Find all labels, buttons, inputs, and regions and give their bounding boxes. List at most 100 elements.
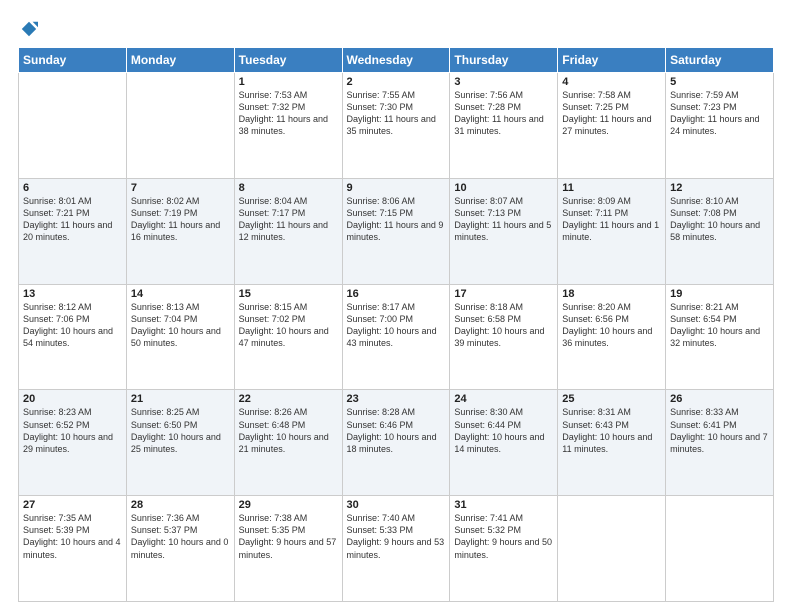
calendar-cell: 18Sunrise: 8:20 AM Sunset: 6:56 PM Dayli… <box>558 284 666 390</box>
day-number: 1 <box>239 76 338 88</box>
day-info: Sunrise: 8:23 AM Sunset: 6:52 PM Dayligh… <box>23 406 122 455</box>
calendar-cell: 17Sunrise: 8:18 AM Sunset: 6:58 PM Dayli… <box>450 284 558 390</box>
calendar-week-row: 1Sunrise: 7:53 AM Sunset: 7:32 PM Daylig… <box>19 73 774 179</box>
day-number: 16 <box>347 288 446 300</box>
day-number: 23 <box>347 393 446 405</box>
day-info: Sunrise: 7:41 AM Sunset: 5:32 PM Dayligh… <box>454 512 553 561</box>
day-info: Sunrise: 8:17 AM Sunset: 7:00 PM Dayligh… <box>347 301 446 350</box>
calendar-cell: 3Sunrise: 7:56 AM Sunset: 7:28 PM Daylig… <box>450 73 558 179</box>
weekday-header-saturday: Saturday <box>666 48 774 73</box>
calendar-cell: 19Sunrise: 8:21 AM Sunset: 6:54 PM Dayli… <box>666 284 774 390</box>
day-number: 19 <box>670 288 769 300</box>
day-number: 17 <box>454 288 553 300</box>
day-info: Sunrise: 8:33 AM Sunset: 6:41 PM Dayligh… <box>670 406 769 455</box>
calendar-cell: 27Sunrise: 7:35 AM Sunset: 5:39 PM Dayli… <box>19 496 127 602</box>
calendar-cell: 6Sunrise: 8:01 AM Sunset: 7:21 PM Daylig… <box>19 178 127 284</box>
day-info: Sunrise: 8:13 AM Sunset: 7:04 PM Dayligh… <box>131 301 230 350</box>
weekday-header-sunday: Sunday <box>19 48 127 73</box>
calendar-cell: 4Sunrise: 7:58 AM Sunset: 7:25 PM Daylig… <box>558 73 666 179</box>
calendar-cell: 2Sunrise: 7:55 AM Sunset: 7:30 PM Daylig… <box>342 73 450 179</box>
calendar-cell: 29Sunrise: 7:38 AM Sunset: 5:35 PM Dayli… <box>234 496 342 602</box>
day-number: 6 <box>23 182 122 194</box>
day-number: 3 <box>454 76 553 88</box>
calendar-cell: 13Sunrise: 8:12 AM Sunset: 7:06 PM Dayli… <box>19 284 127 390</box>
day-info: Sunrise: 8:10 AM Sunset: 7:08 PM Dayligh… <box>670 195 769 244</box>
day-number: 26 <box>670 393 769 405</box>
day-number: 8 <box>239 182 338 194</box>
day-info: Sunrise: 8:04 AM Sunset: 7:17 PM Dayligh… <box>239 195 338 244</box>
day-info: Sunrise: 8:25 AM Sunset: 6:50 PM Dayligh… <box>131 406 230 455</box>
day-info: Sunrise: 8:26 AM Sunset: 6:48 PM Dayligh… <box>239 406 338 455</box>
weekday-header-row: SundayMondayTuesdayWednesdayThursdayFrid… <box>19 48 774 73</box>
day-number: 21 <box>131 393 230 405</box>
day-number: 12 <box>670 182 769 194</box>
logo <box>18 18 38 39</box>
day-number: 24 <box>454 393 553 405</box>
day-number: 7 <box>131 182 230 194</box>
weekday-header-thursday: Thursday <box>450 48 558 73</box>
day-number: 28 <box>131 499 230 511</box>
day-info: Sunrise: 7:40 AM Sunset: 5:33 PM Dayligh… <box>347 512 446 561</box>
calendar-week-row: 6Sunrise: 8:01 AM Sunset: 7:21 PM Daylig… <box>19 178 774 284</box>
calendar-cell: 21Sunrise: 8:25 AM Sunset: 6:50 PM Dayli… <box>126 390 234 496</box>
day-info: Sunrise: 8:30 AM Sunset: 6:44 PM Dayligh… <box>454 406 553 455</box>
calendar-cell: 20Sunrise: 8:23 AM Sunset: 6:52 PM Dayli… <box>19 390 127 496</box>
day-info: Sunrise: 8:18 AM Sunset: 6:58 PM Dayligh… <box>454 301 553 350</box>
calendar-cell: 1Sunrise: 7:53 AM Sunset: 7:32 PM Daylig… <box>234 73 342 179</box>
day-number: 4 <box>562 76 661 88</box>
day-info: Sunrise: 8:21 AM Sunset: 6:54 PM Dayligh… <box>670 301 769 350</box>
day-info: Sunrise: 8:06 AM Sunset: 7:15 PM Dayligh… <box>347 195 446 244</box>
calendar-cell: 28Sunrise: 7:36 AM Sunset: 5:37 PM Dayli… <box>126 496 234 602</box>
calendar-cell <box>19 73 127 179</box>
calendar-cell: 31Sunrise: 7:41 AM Sunset: 5:32 PM Dayli… <box>450 496 558 602</box>
calendar-cell: 12Sunrise: 8:10 AM Sunset: 7:08 PM Dayli… <box>666 178 774 284</box>
calendar-cell: 8Sunrise: 8:04 AM Sunset: 7:17 PM Daylig… <box>234 178 342 284</box>
day-number: 20 <box>23 393 122 405</box>
logo-icon <box>20 20 38 38</box>
day-info: Sunrise: 7:58 AM Sunset: 7:25 PM Dayligh… <box>562 89 661 138</box>
calendar-cell: 11Sunrise: 8:09 AM Sunset: 7:11 PM Dayli… <box>558 178 666 284</box>
day-info: Sunrise: 7:55 AM Sunset: 7:30 PM Dayligh… <box>347 89 446 138</box>
day-info: Sunrise: 7:56 AM Sunset: 7:28 PM Dayligh… <box>454 89 553 138</box>
calendar-cell: 22Sunrise: 8:26 AM Sunset: 6:48 PM Dayli… <box>234 390 342 496</box>
calendar-table: SundayMondayTuesdayWednesdayThursdayFrid… <box>18 47 774 602</box>
day-info: Sunrise: 7:53 AM Sunset: 7:32 PM Dayligh… <box>239 89 338 138</box>
day-number: 2 <box>347 76 446 88</box>
day-info: Sunrise: 8:09 AM Sunset: 7:11 PM Dayligh… <box>562 195 661 244</box>
day-info: Sunrise: 7:36 AM Sunset: 5:37 PM Dayligh… <box>131 512 230 561</box>
weekday-header-monday: Monday <box>126 48 234 73</box>
calendar-cell: 10Sunrise: 8:07 AM Sunset: 7:13 PM Dayli… <box>450 178 558 284</box>
calendar-cell: 23Sunrise: 8:28 AM Sunset: 6:46 PM Dayli… <box>342 390 450 496</box>
calendar-cell: 25Sunrise: 8:31 AM Sunset: 6:43 PM Dayli… <box>558 390 666 496</box>
calendar-cell: 15Sunrise: 8:15 AM Sunset: 7:02 PM Dayli… <box>234 284 342 390</box>
calendar-cell: 5Sunrise: 7:59 AM Sunset: 7:23 PM Daylig… <box>666 73 774 179</box>
day-number: 25 <box>562 393 661 405</box>
weekday-header-friday: Friday <box>558 48 666 73</box>
day-number: 31 <box>454 499 553 511</box>
day-info: Sunrise: 8:02 AM Sunset: 7:19 PM Dayligh… <box>131 195 230 244</box>
calendar-cell <box>558 496 666 602</box>
day-number: 22 <box>239 393 338 405</box>
calendar-cell: 9Sunrise: 8:06 AM Sunset: 7:15 PM Daylig… <box>342 178 450 284</box>
calendar-cell: 30Sunrise: 7:40 AM Sunset: 5:33 PM Dayli… <box>342 496 450 602</box>
day-info: Sunrise: 8:15 AM Sunset: 7:02 PM Dayligh… <box>239 301 338 350</box>
day-number: 13 <box>23 288 122 300</box>
calendar-week-row: 20Sunrise: 8:23 AM Sunset: 6:52 PM Dayli… <box>19 390 774 496</box>
day-info: Sunrise: 8:20 AM Sunset: 6:56 PM Dayligh… <box>562 301 661 350</box>
calendar-cell: 16Sunrise: 8:17 AM Sunset: 7:00 PM Dayli… <box>342 284 450 390</box>
day-info: Sunrise: 7:59 AM Sunset: 7:23 PM Dayligh… <box>670 89 769 138</box>
day-info: Sunrise: 8:31 AM Sunset: 6:43 PM Dayligh… <box>562 406 661 455</box>
day-number: 27 <box>23 499 122 511</box>
day-info: Sunrise: 8:07 AM Sunset: 7:13 PM Dayligh… <box>454 195 553 244</box>
day-number: 30 <box>347 499 446 511</box>
calendar-cell: 14Sunrise: 8:13 AM Sunset: 7:04 PM Dayli… <box>126 284 234 390</box>
calendar-cell: 26Sunrise: 8:33 AM Sunset: 6:41 PM Dayli… <box>666 390 774 496</box>
day-number: 18 <box>562 288 661 300</box>
weekday-header-wednesday: Wednesday <box>342 48 450 73</box>
day-number: 15 <box>239 288 338 300</box>
weekday-header-tuesday: Tuesday <box>234 48 342 73</box>
header <box>18 18 774 39</box>
day-info: Sunrise: 8:28 AM Sunset: 6:46 PM Dayligh… <box>347 406 446 455</box>
day-info: Sunrise: 7:38 AM Sunset: 5:35 PM Dayligh… <box>239 512 338 561</box>
day-info: Sunrise: 8:12 AM Sunset: 7:06 PM Dayligh… <box>23 301 122 350</box>
